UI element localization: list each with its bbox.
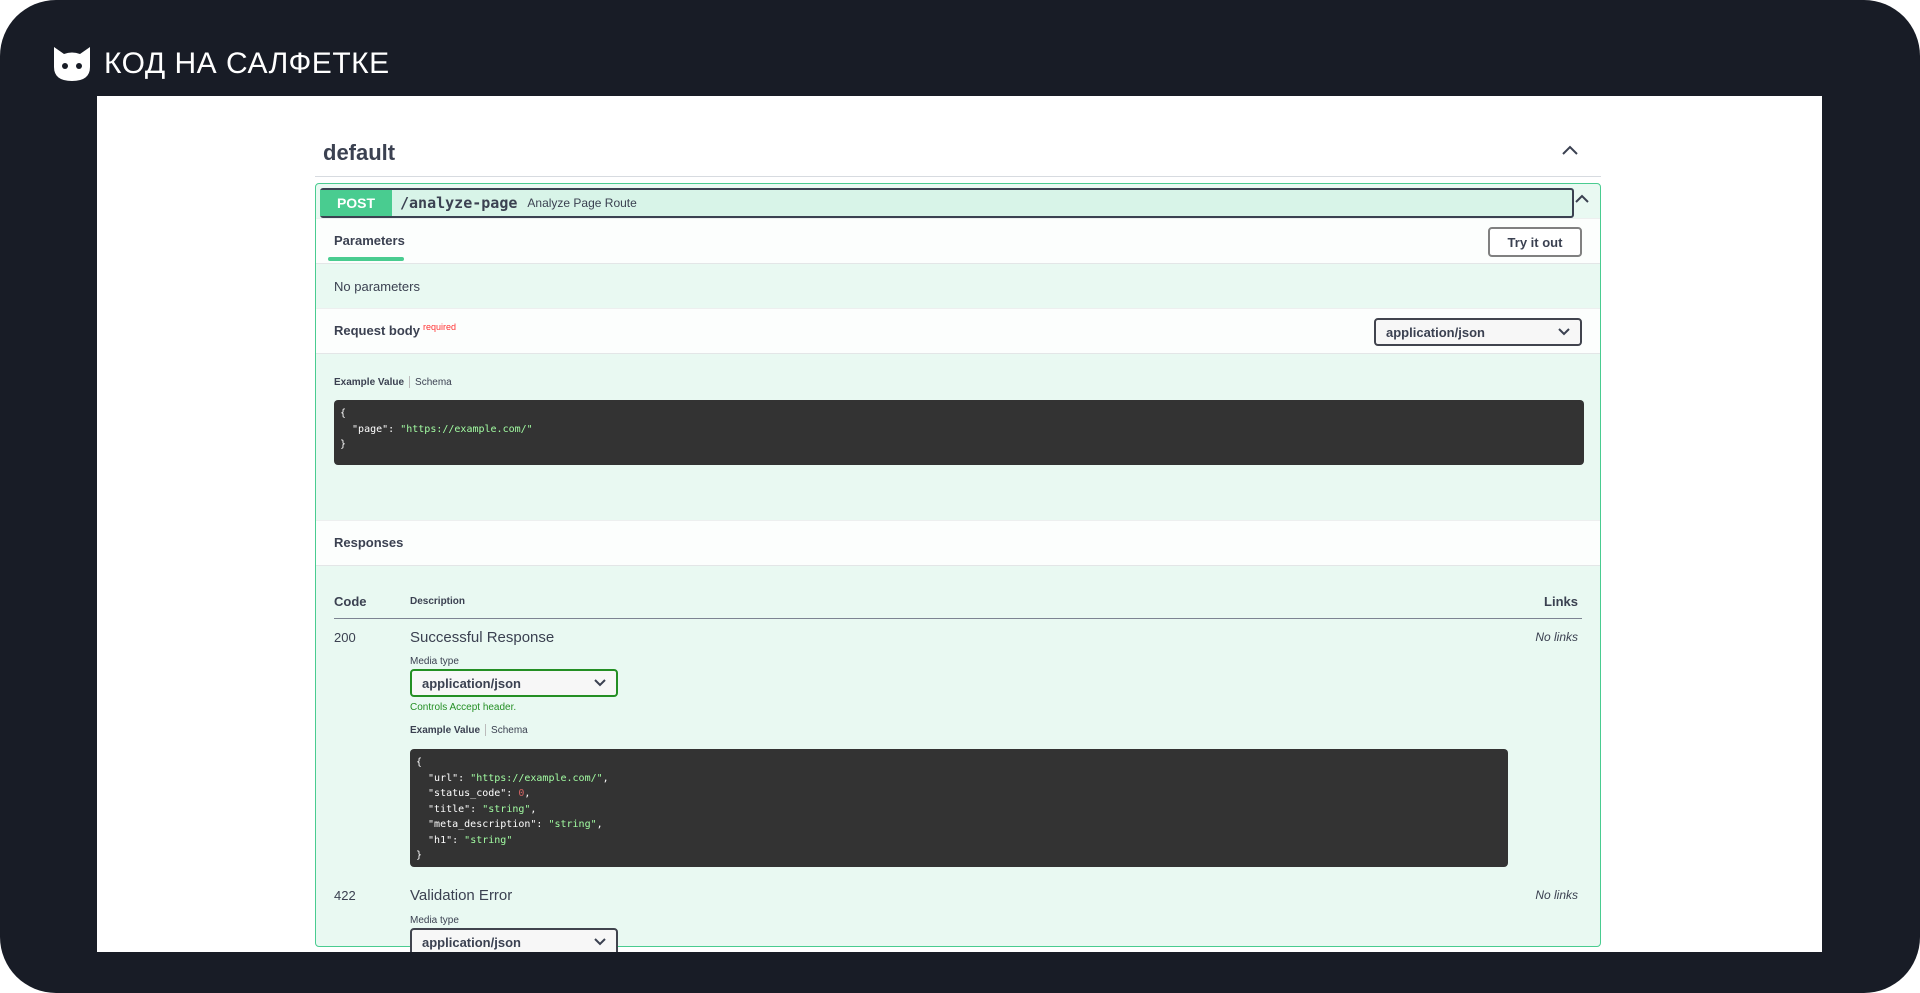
request-example-code: { "page": "https://example.com/"} <box>334 400 1584 465</box>
operation-summary-text: Analyze Page Route <box>527 196 637 210</box>
response-code-line: "meta_description": "string", <box>416 819 603 830</box>
response-description-422: Validation Error <box>410 887 513 904</box>
request-example-tabs: Example Value Schema <box>334 376 452 388</box>
column-header-links: Links <box>1544 594 1578 609</box>
brand-name: КОД НА САЛФЕТКЕ <box>104 47 390 80</box>
required-label: required <box>422 322 456 332</box>
try-it-out-button[interactable]: Try it out <box>1488 227 1582 257</box>
header-divider <box>334 618 1582 619</box>
chevron-up-icon[interactable] <box>1574 193 1590 203</box>
responses-table: Code Description Links 200 Successful Re… <box>316 566 1600 952</box>
request-code-line: } <box>340 439 347 450</box>
tab-schema[interactable]: Schema <box>491 725 528 736</box>
tag-title: default <box>323 140 396 165</box>
request-body-label: Request body <box>334 323 420 338</box>
accept-header-note: Controls Accept header. <box>410 702 517 713</box>
tab-parameters[interactable]: Parameters <box>334 233 405 248</box>
request-code-line: { <box>340 408 347 419</box>
operation-path: /analyze-page <box>400 194 518 212</box>
response-media-type-select[interactable]: application/json <box>410 669 618 697</box>
media-type-label: Media type <box>410 915 459 926</box>
response-media-type-value-422: application/json <box>422 934 521 950</box>
request-body-header: Request body required application/json <box>316 308 1600 354</box>
response-example-tabs: Example Value Schema <box>410 724 528 736</box>
chevron-up-icon[interactable] <box>1561 144 1579 156</box>
chevron-down-icon <box>594 679 606 687</box>
response-description-200: Successful Response <box>410 629 555 646</box>
response-media-type-value: application/json <box>422 675 521 691</box>
response-code-422: 422 <box>334 888 356 903</box>
app-frame: КОД НА САЛФЕТКЕ default POST /analyze-pa… <box>0 0 1920 993</box>
column-header-description: Description <box>410 596 466 607</box>
response-links-422: No links <box>1535 888 1578 902</box>
tab-example-value[interactable]: Example Value <box>334 377 404 388</box>
tab-example-value[interactable]: Example Value <box>410 725 480 736</box>
media-type-label: Media type <box>410 656 459 667</box>
swagger-viewport[interactable]: default POST /analyze-page Analyze Page … <box>97 96 1822 952</box>
request-body-area: Example Value Schema { "page": "https://… <box>316 354 1600 520</box>
response-code-line: "title": "string", <box>416 803 537 815</box>
request-content-type-select[interactable]: application/json <box>1374 318 1582 346</box>
operation-block: POST /analyze-page Analyze Page Route Pa… <box>315 183 1601 952</box>
chevron-down-icon <box>1558 328 1570 336</box>
no-parameters-text: No parameters <box>334 278 420 294</box>
operation-summary-bar[interactable]: POST /analyze-page Analyze Page Route <box>320 188 1574 218</box>
method-badge: POST <box>320 190 392 216</box>
response-code-line: "url": "https://example.com/", <box>416 772 609 784</box>
responses-title: Responses <box>334 535 404 550</box>
response-code-line: "status_code": 0, <box>416 788 531 799</box>
parameters-header: Parameters Try it out <box>316 218 1600 264</box>
operation-summary[interactable]: POST /analyze-page Analyze Page Route <box>316 184 1600 218</box>
chevron-down-icon <box>594 938 606 946</box>
column-header-code: Code <box>334 594 367 609</box>
response-code-line: "h1": "string" <box>416 834 513 846</box>
response-media-type-select-422[interactable]: application/json <box>410 928 618 952</box>
tag-section-header[interactable]: default <box>315 96 1601 177</box>
cat-head-icon <box>54 47 90 81</box>
tab-schema[interactable]: Schema <box>415 377 452 388</box>
response-code-200: 200 <box>334 630 356 645</box>
request-code-line: "page": "https://example.com/" <box>340 423 533 435</box>
response-example-code: { "url": "https://example.com/", "status… <box>410 749 1508 867</box>
response-code-line: { <box>416 757 423 768</box>
request-body-title: Request body required <box>334 322 456 338</box>
swagger-content: default POST /analyze-page Analyze Page … <box>315 96 1601 952</box>
responses-header: Responses <box>316 520 1600 566</box>
response-links-200: No links <box>1535 630 1578 644</box>
tab-underline <box>328 257 404 261</box>
response-code-line: } <box>416 850 423 861</box>
request-content-type-value: application/json <box>1386 324 1485 340</box>
brand: КОД НА САЛФЕТКЕ <box>52 44 390 84</box>
